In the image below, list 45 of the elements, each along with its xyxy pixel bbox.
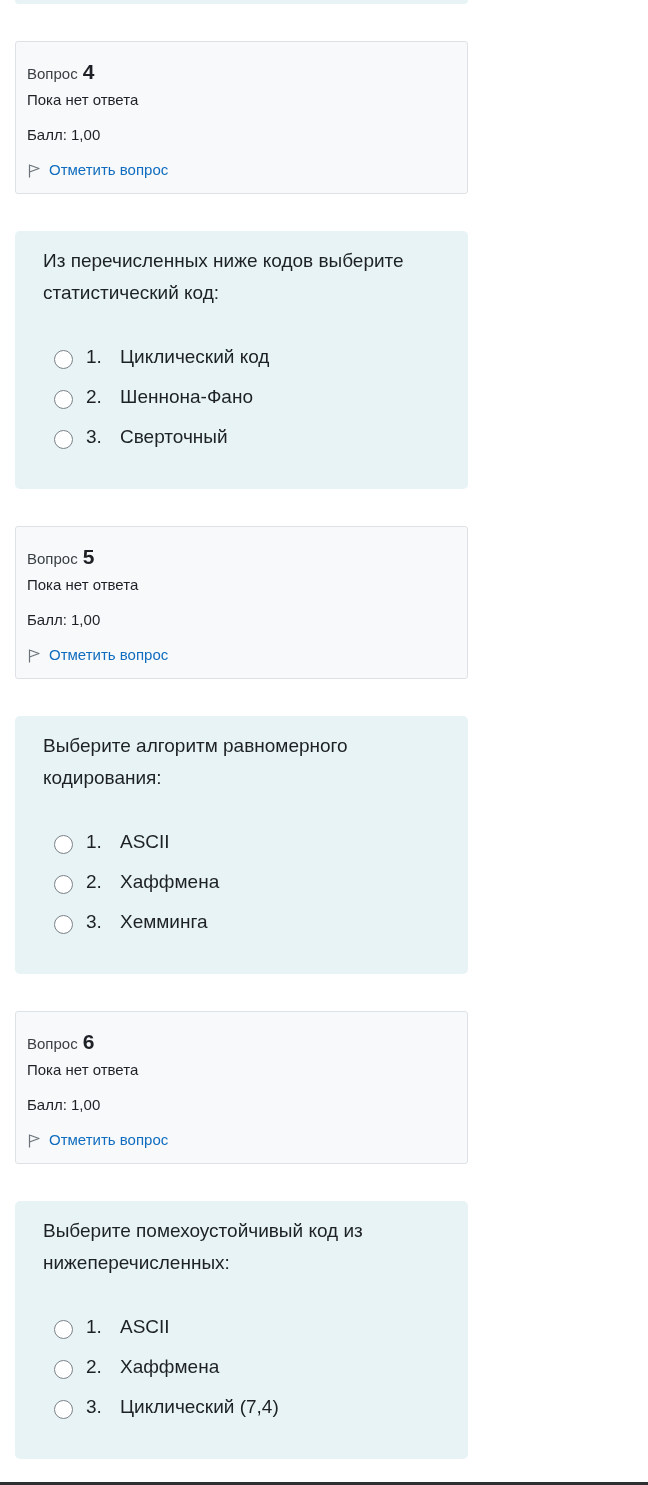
option-label[interactable]: Шеннона-Фано xyxy=(120,382,253,412)
flag-question-link[interactable]: Отметить вопрос xyxy=(27,1129,169,1152)
radio-button[interactable] xyxy=(54,429,73,449)
question-label: Вопрос xyxy=(27,64,78,84)
radio-button[interactable] xyxy=(54,1399,73,1419)
question-grade: Балл: 1,00 xyxy=(27,1095,101,1116)
radio-button[interactable] xyxy=(54,1359,73,1379)
question-text: Из перечисленных ниже кодов выберите статистический код: xyxy=(43,249,405,305)
radio-button[interactable] xyxy=(54,834,73,854)
option-number: 2. xyxy=(86,1354,103,1379)
option-number: 2. xyxy=(86,869,103,894)
answer-status: Пока нет ответа xyxy=(27,1060,139,1081)
option-number: 3. xyxy=(86,424,103,449)
question-number: 5 xyxy=(82,544,95,570)
option-label[interactable]: ASCII xyxy=(120,1312,170,1342)
radio-button[interactable] xyxy=(54,874,73,894)
option-number: 1. xyxy=(86,829,103,854)
question-grade: Балл: 1,00 xyxy=(27,125,101,146)
question-label: Вопрос xyxy=(27,1034,78,1054)
option-number: 3. xyxy=(86,1394,103,1419)
question-text: Выберите алгоритм равномерного кодирования: xyxy=(43,734,349,790)
question-number: 6 xyxy=(82,1029,95,1055)
option-label[interactable]: Хемминга xyxy=(120,907,208,937)
question-grade: Балл: 1,00 xyxy=(27,610,101,631)
option-label[interactable]: Циклический (7,4) xyxy=(120,1392,279,1422)
option-label[interactable]: Хаффмена xyxy=(120,867,220,897)
question-text: Выберите помехоустойчивый код из нижеперечисленных: xyxy=(43,1219,364,1275)
question-label: Вопрос xyxy=(27,549,78,569)
question-number: 4 xyxy=(82,59,95,85)
option-number: 1. xyxy=(86,344,103,369)
answer-status: Пока нет ответа xyxy=(27,575,139,596)
option-label[interactable]: Сверточный xyxy=(120,422,228,452)
answer-status: Пока нет ответа xyxy=(27,90,139,111)
radio-button[interactable] xyxy=(54,349,73,369)
radio-button[interactable] xyxy=(54,914,73,934)
radio-button[interactable] xyxy=(54,389,73,409)
option-label[interactable]: Хаффмена xyxy=(120,1352,220,1382)
option-number: 1. xyxy=(86,1314,103,1339)
radio-button[interactable] xyxy=(54,1319,73,1339)
option-number: 3. xyxy=(86,909,103,934)
flag-question-link[interactable]: Отметить вопрос xyxy=(27,159,169,182)
option-label[interactable]: Циклический код xyxy=(120,342,270,372)
flag-question-link[interactable]: Отметить вопрос xyxy=(27,644,169,667)
option-number: 2. xyxy=(86,384,103,409)
option-label[interactable]: ASCII xyxy=(120,827,170,857)
